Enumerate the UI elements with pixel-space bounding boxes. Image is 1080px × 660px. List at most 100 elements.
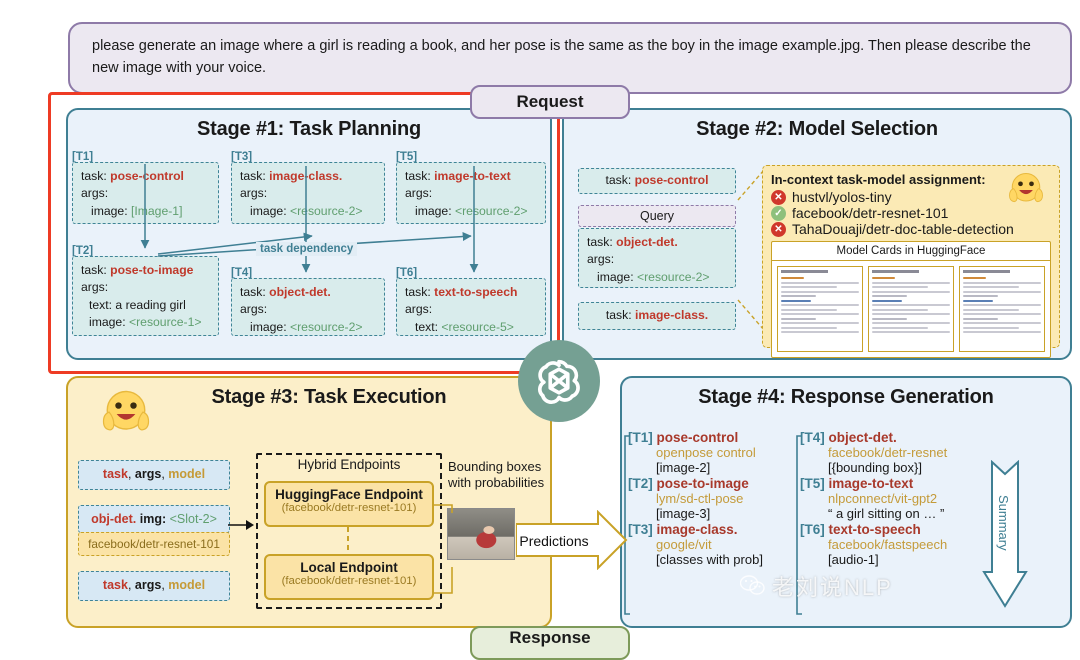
result-item: [T2] pose-to-image lym/sd-ctl-pose [imag…: [628, 476, 798, 521]
s2-top-task-value: pose-control: [634, 173, 709, 188]
s3-part-model: model: [168, 578, 206, 592]
request-bubble: please generate an image where a girl is…: [68, 22, 1072, 94]
task-card-t3: task: image-class. args: image: <resourc…: [231, 162, 385, 224]
task-card-t4: task: object-det. args: image: <resource…: [231, 278, 385, 336]
result-model: nlpconnect/vit-gpt2: [828, 491, 938, 506]
t2-arg1-value: a reading girl: [115, 297, 186, 312]
result-model: lym/sd-ctl-pose: [656, 491, 744, 506]
result-task: image-class.: [656, 522, 738, 537]
s2-q-arg-value: <resource-2>: [636, 269, 710, 284]
t4-task-label: task:: [240, 285, 266, 299]
result-output: [audio-1]: [828, 552, 879, 567]
stage3-card-detail: obj-det. img: <Slot-2>: [78, 505, 230, 533]
s3-detail-task: obj-det.: [91, 512, 137, 526]
result-task: text-to-speech: [828, 522, 921, 537]
s2-q-arg-key: image:: [597, 269, 634, 284]
s2-bot-task-label: task:: [605, 308, 632, 323]
t3-task-label: task:: [240, 169, 266, 183]
task-card-t1: task: pose-control args: image: [Image-1…: [72, 162, 219, 224]
result-item: [T3] image-class. google/vit [classes wi…: [628, 522, 798, 567]
response-chip: Response: [470, 626, 630, 660]
stage2-query-card: task: object-det. args: image: <resource…: [578, 228, 736, 288]
candidate-name-0: hustvl/yolos-tiny: [792, 189, 892, 205]
bounding-caption-line-1: Bounding boxes: [448, 459, 542, 474]
t6-args-label: args:: [405, 302, 433, 317]
t1-args-label: args:: [81, 186, 109, 201]
task-card-t2: task: pose-to-image args: text: a readin…: [72, 256, 219, 336]
bounding-boxes-caption: Bounding boxes with probabilities: [448, 459, 544, 490]
t4-args-label: args:: [240, 302, 268, 317]
result-output: [classes with prob]: [656, 552, 763, 567]
model-card-thumbnail: [868, 266, 954, 352]
s3-part-args: args: [134, 467, 162, 481]
svg-text:Predictions: Predictions: [519, 533, 588, 549]
hybrid-endpoints-title: Hybrid Endpoints: [297, 457, 401, 472]
model-card-thumbnails: [772, 261, 1050, 357]
t2-arg2-value: <resource-1>: [128, 314, 202, 329]
t5-task-value: image-to-text: [434, 169, 511, 183]
endpoint-model: (facebook/detr-resnet-101): [281, 575, 417, 587]
t3-arg-value: <resource-2>: [289, 203, 363, 218]
results-right-bracket: [796, 435, 802, 615]
candidate-name-1: facebook/detr-resnet-101: [792, 205, 949, 221]
task-dependency-label: task dependency: [256, 242, 358, 256]
t5-arg-value: <resource-2>: [454, 203, 528, 218]
summary-label: Summary: [996, 495, 1011, 551]
selected-icon: ✓: [771, 205, 786, 221]
t2-arg1-key: text:: [89, 297, 113, 312]
t1-arg-value: [Image-1]: [130, 203, 183, 218]
model-cards-panel: Model Cards in HuggingFace: [771, 241, 1051, 358]
huggingface-endpoint-card[interactable]: HuggingFace Endpoint (facebook/detr-resn…: [264, 481, 434, 527]
stage3-card-triple-top: task, args, model: [78, 460, 230, 490]
t1-task-label: task:: [81, 169, 107, 183]
result-output: “ a girl sitting on … ”: [828, 506, 945, 521]
query-header: Query: [578, 205, 736, 227]
t6-arg-key: text:: [415, 319, 439, 334]
t6-task-label: task:: [405, 285, 431, 299]
task-card-t6: task: text-to-speech args: text: <resour…: [396, 278, 546, 336]
t6-arg-value: <resource-5>: [441, 319, 514, 334]
t3-task-value: image-class.: [269, 169, 343, 183]
s3-detail-arg-value: <Slot-2>: [169, 512, 217, 526]
stage4-results-right: [T4] object-det. facebook/detr-resnet [{…: [800, 430, 990, 568]
stage-2-title: Stage #2: Model Selection: [696, 118, 938, 140]
t4-task-value: object-det.: [269, 285, 331, 299]
rejected-icon: ✕: [771, 221, 786, 237]
request-text: please generate an image where a girl is…: [92, 38, 1031, 77]
t4-arg-value: <resource-2>: [289, 319, 363, 334]
stage-1-title: Stage #1: Task Planning: [197, 118, 421, 140]
endpoint-to-photo-connectors: [434, 504, 453, 594]
t1-arg-key: image:: [91, 203, 128, 218]
t6-task-value: text-to-speech: [434, 285, 518, 299]
stage-4-title: Stage #4: Response Generation: [698, 386, 994, 408]
stage-3-title: Stage #3: Task Execution: [211, 386, 447, 408]
endpoint-name: HuggingFace Endpoint: [275, 487, 423, 502]
candidate-row-2: ✕ TahaDouaji/detr-doc-table-detection: [771, 221, 1051, 237]
stage2-card-image-class: task: image-class.: [578, 302, 736, 330]
s3-part-args: args: [134, 578, 162, 592]
hugging-face-emoji-icon: [1009, 172, 1043, 203]
result-task: image-to-text: [828, 476, 914, 491]
result-item: [T6] text-to-speech facebook/fastspeech …: [800, 522, 990, 567]
t2-task-value: pose-to-image: [110, 263, 194, 277]
result-model: google/vit: [656, 537, 712, 552]
s2-q-task-value: object-det.: [616, 235, 678, 249]
t2-arg2-key: image:: [89, 314, 126, 329]
stage3-card-triple-bottom: task, args, model: [78, 571, 230, 601]
request-chip: Request: [470, 85, 630, 119]
model-cards-title: Model Cards in HuggingFace: [772, 242, 1050, 261]
s3-detail-arg-key: img:: [139, 512, 167, 526]
t4-arg-key: image:: [250, 319, 287, 334]
candidate-name-2: TahaDouaji/detr-doc-table-detection: [792, 221, 1014, 237]
t3-arg-key: image:: [250, 203, 287, 218]
t1-task-value: pose-control: [110, 169, 184, 183]
result-item: [T4] object-det. facebook/detr-resnet [{…: [800, 430, 990, 475]
s2-q-args-label: args:: [587, 252, 615, 267]
request-to-endpoint-arrow: [228, 520, 254, 530]
local-endpoint-card[interactable]: Local Endpoint (facebook/detr-resnet-101…: [264, 554, 434, 600]
s2-top-task-label: task:: [605, 173, 632, 188]
t2-task-label: task:: [81, 263, 107, 277]
model-card-thumbnail: [777, 266, 863, 352]
rejected-icon: ✕: [771, 189, 786, 205]
t5-args-label: args:: [405, 186, 433, 201]
